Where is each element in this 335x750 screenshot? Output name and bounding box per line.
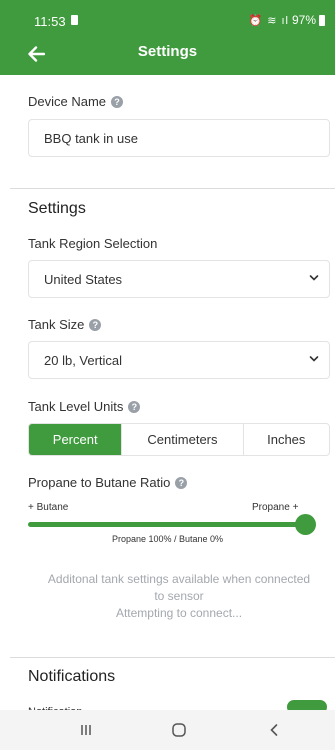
home-button[interactable] bbox=[164, 718, 194, 742]
tank-region-label-text: Tank Region Selection bbox=[28, 236, 158, 251]
device-name-label: Device Name ? bbox=[28, 94, 124, 109]
tank-region-value: United States bbox=[44, 271, 123, 287]
units-option-centimeters[interactable]: Centimeters bbox=[122, 424, 244, 455]
device-name-label-text: Device Name bbox=[28, 94, 107, 109]
notifications-section-title: Notifications bbox=[28, 668, 116, 685]
home-icon bbox=[172, 723, 186, 737]
tank-level-units-label-text: Tank Level Units bbox=[28, 399, 124, 414]
alarm-wifi-signal-icon: ⏰ ≋ ıl bbox=[248, 14, 289, 27]
section-divider bbox=[10, 657, 335, 658]
status-bar: 11:53 ⏰ ≋ ıl 97% bbox=[0, 0, 335, 36]
tank-size-label-text: Tank Size bbox=[28, 317, 85, 332]
connection-status: Attempting to connect... bbox=[115, 606, 243, 620]
back-nav-button[interactable] bbox=[259, 718, 289, 742]
info-line-2: to sensor bbox=[154, 589, 204, 603]
tank-level-units-label: Tank Level Units ? bbox=[28, 399, 141, 414]
units-option-inches[interactable]: Inches bbox=[244, 424, 329, 455]
butane-end-label: + Butane bbox=[28, 502, 69, 513]
connection-info: Additonal tank settings available when c… bbox=[28, 571, 330, 622]
ratio-slider-thumb[interactable] bbox=[295, 514, 316, 535]
tank-region-label: Tank Region Selection bbox=[28, 236, 157, 251]
tank-size-select[interactable]: 20 lb, Vertical bbox=[28, 341, 330, 379]
units-option-percent[interactable]: Percent bbox=[29, 424, 123, 455]
lock-icon bbox=[71, 15, 78, 25]
status-right: ⏰ ≋ ıl 97% bbox=[248, 13, 325, 27]
propane-end-label: Propane + bbox=[252, 502, 299, 513]
chevron-down-icon bbox=[309, 275, 319, 281]
tank-level-units-segmented: Percent Centimeters Inches bbox=[28, 423, 330, 456]
help-icon[interactable]: ? bbox=[175, 476, 188, 489]
info-line-1: Additonal tank settings available when c… bbox=[47, 572, 311, 586]
chevron-down-icon bbox=[309, 356, 319, 362]
page-title: Settings bbox=[137, 43, 198, 60]
ratio-label: Propane to Butane Ratio ? bbox=[28, 475, 188, 490]
tank-size-label: Tank Size ? bbox=[28, 317, 102, 332]
ratio-slider-track[interactable] bbox=[28, 522, 306, 527]
app-header: 11:53 ⏰ ≋ ıl 97% Settings bbox=[0, 0, 335, 75]
device-name-value: BBQ tank in use bbox=[44, 130, 138, 146]
battery-percent: 97% bbox=[291, 13, 316, 27]
status-time: 11:53 bbox=[34, 14, 66, 29]
ratio-label-text: Propane to Butane Ratio bbox=[28, 475, 171, 490]
chevron-left-icon bbox=[270, 724, 278, 736]
tank-size-value: 20 lb, Vertical bbox=[44, 352, 123, 368]
recent-apps-button[interactable] bbox=[71, 718, 101, 742]
help-icon[interactable]: ? bbox=[111, 95, 124, 108]
help-icon[interactable]: ? bbox=[128, 400, 141, 413]
battery-icon bbox=[319, 14, 325, 26]
section-divider bbox=[10, 188, 335, 189]
device-name-input[interactable]: BBQ tank in use bbox=[28, 119, 330, 157]
recent-apps-icon bbox=[81, 725, 91, 735]
settings-section-title: Settings bbox=[28, 200, 86, 217]
system-nav-bar bbox=[0, 710, 335, 750]
tank-region-select[interactable]: United States bbox=[28, 260, 330, 298]
help-icon[interactable]: ? bbox=[89, 318, 102, 331]
ratio-readout: Propane 100% / Butane 0% bbox=[111, 534, 224, 544]
